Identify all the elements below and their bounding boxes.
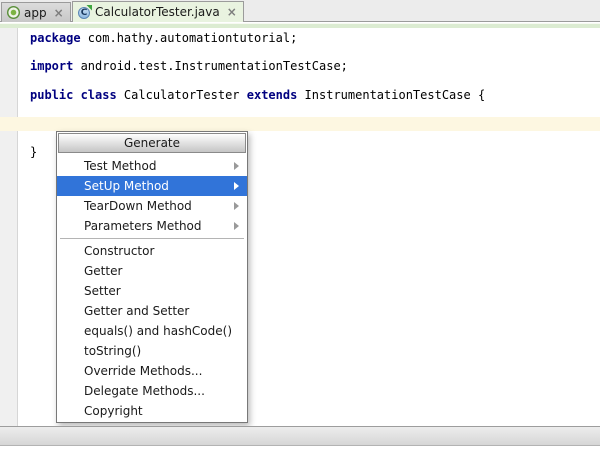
generate-popup: Generate Test Method SetUp Method TearDown… bbox=[56, 131, 248, 423]
menu-item-constructor[interactable]: Constructor bbox=[57, 241, 247, 261]
menu-item-getter[interactable]: Getter bbox=[57, 261, 247, 281]
code-token: extends bbox=[247, 88, 305, 102]
code-token: import bbox=[30, 59, 81, 73]
menu-separator bbox=[60, 238, 244, 239]
code-line bbox=[30, 102, 485, 116]
menu-item-setup-method[interactable]: SetUp Method bbox=[57, 176, 247, 196]
menu-item-label: Delegate Methods... bbox=[84, 384, 205, 398]
code-token: CalculatorTester bbox=[124, 88, 247, 102]
tab-label: CalculatorTester.java bbox=[95, 5, 220, 19]
menu-item-teardown-method[interactable]: TearDown Method bbox=[57, 196, 247, 216]
menu-item-label: Constructor bbox=[84, 244, 154, 258]
menu-item-label: Test Method bbox=[84, 159, 156, 173]
submenu-arrow-icon bbox=[234, 222, 239, 230]
code-line: package com.hathy.automationtutorial; bbox=[30, 31, 485, 45]
menu-item-test-method[interactable]: Test Method bbox=[57, 156, 247, 176]
menu-item-delegate-methods[interactable]: Delegate Methods... bbox=[57, 381, 247, 401]
menu-item-copyright[interactable]: Copyright bbox=[57, 401, 247, 421]
menu-item-override-methods[interactable]: Override Methods... bbox=[57, 361, 247, 381]
code-line: public class CalculatorTester extends In… bbox=[30, 88, 485, 102]
tab-app[interactable]: app × bbox=[1, 2, 71, 22]
menu-item-label: Parameters Method bbox=[84, 219, 202, 233]
generate-popup-title: Generate bbox=[58, 133, 246, 153]
tab-close-icon[interactable]: × bbox=[227, 5, 237, 19]
menu-item-label: SetUp Method bbox=[84, 179, 169, 193]
menu-item-label: TearDown Method bbox=[84, 199, 192, 213]
tab-label: app bbox=[24, 6, 47, 20]
code-token: android.test.InstrumentationTestCase; bbox=[81, 59, 348, 73]
code-token: com.hathy.automationtutorial; bbox=[88, 31, 298, 45]
menu-item-label: Override Methods... bbox=[84, 364, 202, 378]
menu-item-setter[interactable]: Setter bbox=[57, 281, 247, 301]
editor-tab-bar: app × C CalculatorTester.java × bbox=[0, 0, 600, 22]
menu-item-label: toString() bbox=[84, 344, 141, 358]
code-token: } bbox=[30, 145, 37, 159]
menu-item-label: Getter bbox=[84, 264, 122, 278]
menu-item-label: Copyright bbox=[84, 404, 143, 418]
submenu-arrow-icon bbox=[234, 182, 239, 190]
android-module-icon bbox=[7, 6, 20, 19]
menu-item-label: Getter and Setter bbox=[84, 304, 189, 318]
code-token: public class bbox=[30, 88, 124, 102]
menu-item-parameters-method[interactable]: Parameters Method bbox=[57, 216, 247, 236]
java-class-letter: C bbox=[78, 7, 90, 19]
menu-item-getter-and-setter[interactable]: Getter and Setter bbox=[57, 301, 247, 321]
editor-gutter bbox=[0, 28, 18, 426]
tab-close-icon[interactable]: × bbox=[54, 6, 64, 20]
code-token: package bbox=[30, 31, 88, 45]
menu-item-equals-and-hashcode[interactable]: equals() and hashCode() bbox=[57, 321, 247, 341]
menu-item-tostring[interactable]: toString() bbox=[57, 341, 247, 361]
tab-calculatortester-java[interactable]: C CalculatorTester.java × bbox=[72, 1, 244, 22]
generate-menu-items: Test Method SetUp Method TearDown Method Pa… bbox=[57, 154, 247, 422]
code-line bbox=[30, 116, 485, 130]
status-bar bbox=[0, 426, 600, 446]
java-class-icon: C bbox=[78, 6, 91, 19]
submenu-arrow-icon bbox=[234, 202, 239, 210]
menu-item-label: Setter bbox=[84, 284, 121, 298]
code-token: InstrumentationTestCase { bbox=[305, 88, 486, 102]
ide-window: app × C CalculatorTester.java × package … bbox=[0, 0, 600, 453]
code-line bbox=[30, 74, 485, 88]
code-line bbox=[30, 45, 485, 59]
submenu-arrow-icon bbox=[234, 162, 239, 170]
code-line: import android.test.InstrumentationTestC… bbox=[30, 59, 485, 73]
menu-item-label: equals() and hashCode() bbox=[84, 324, 232, 338]
